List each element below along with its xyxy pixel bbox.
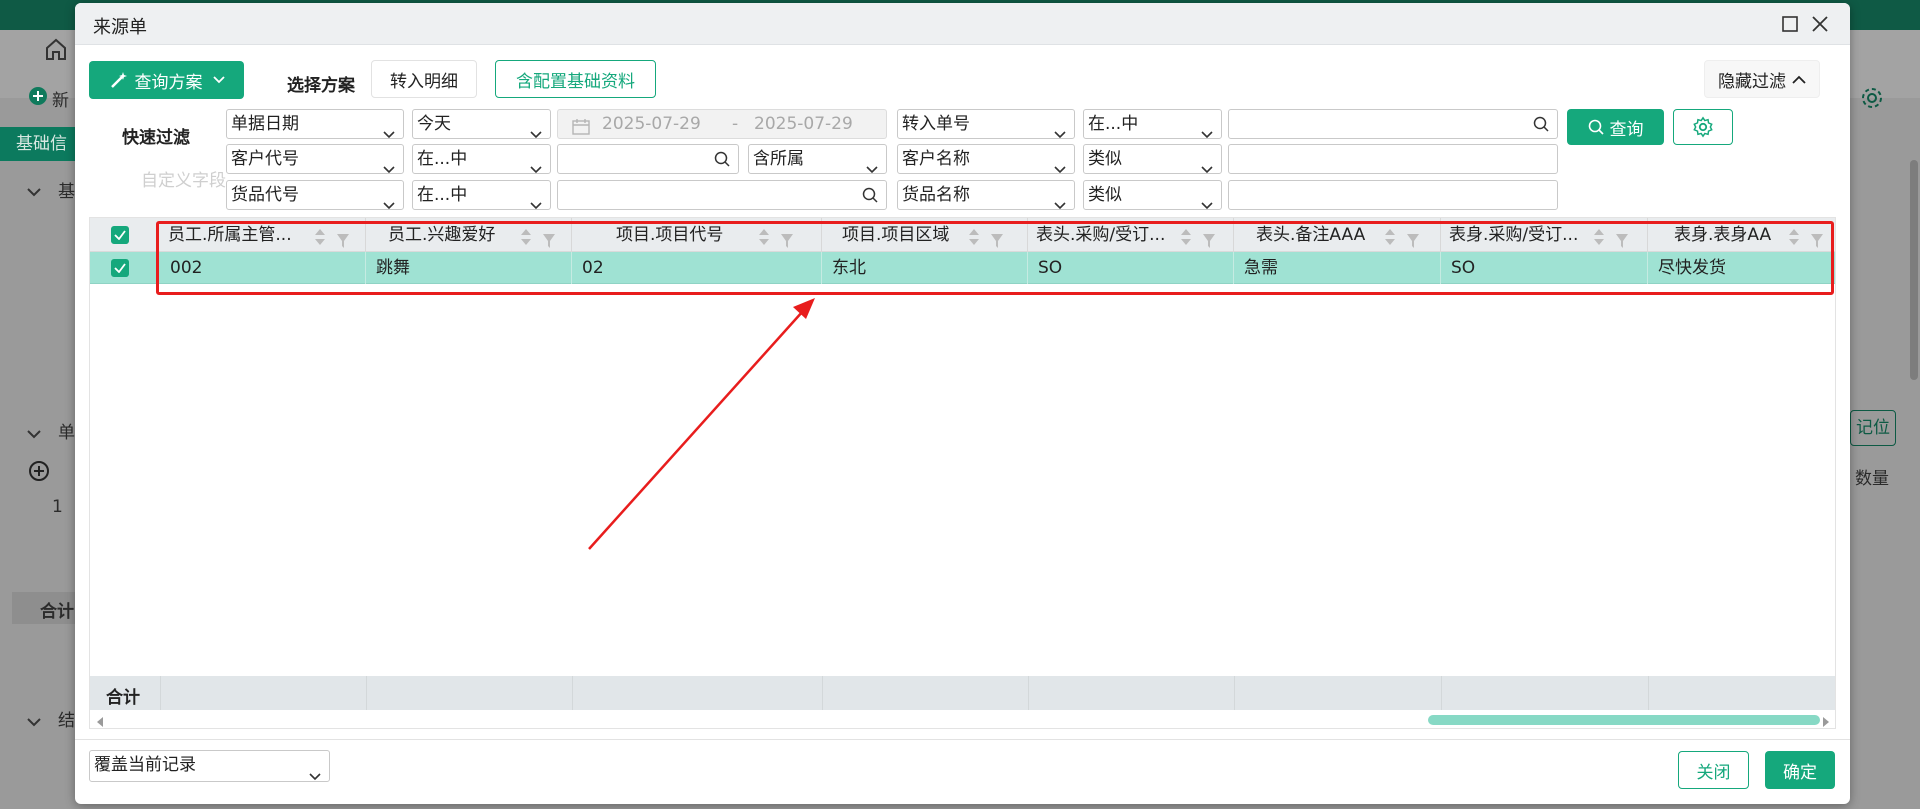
gear-icon	[1860, 86, 1884, 115]
background-row-number: 1	[52, 497, 63, 517]
background-column-label: 数量	[1855, 469, 1889, 489]
background-section-1: 基	[58, 182, 75, 202]
background-tag: 基础信	[0, 127, 78, 161]
chevron-down-icon	[309, 762, 321, 790]
chevron-down-icon	[26, 424, 42, 444]
background-section-2: 单	[58, 423, 75, 443]
add-circle-icon	[28, 460, 50, 487]
background-section-3: 结	[58, 711, 75, 731]
chevron-down-icon	[26, 182, 42, 202]
background-sum-label: 合计	[40, 602, 74, 622]
write-mode-select[interactable]: 覆盖当前记录	[89, 750, 330, 782]
background-locate-button: 记位	[1850, 410, 1896, 446]
footer-divider	[75, 739, 1850, 740]
confirm-button[interactable]: 确定	[1765, 751, 1835, 789]
home-icon	[44, 38, 68, 65]
annotation-arrow	[588, 298, 815, 550]
add-circle-icon	[28, 86, 48, 111]
background-new-label: 新	[52, 91, 69, 111]
chevron-down-icon	[26, 712, 42, 732]
background-scrollbar	[1910, 160, 1918, 380]
close-button[interactable]: 关闭	[1678, 751, 1749, 789]
select-value: 覆盖当前记录	[94, 755, 196, 775]
source-order-dialog: 来源单 查询方案 选择方案 转入明细 含配置基础资料 隐藏过滤 快速过滤 自定义…	[75, 3, 1850, 804]
